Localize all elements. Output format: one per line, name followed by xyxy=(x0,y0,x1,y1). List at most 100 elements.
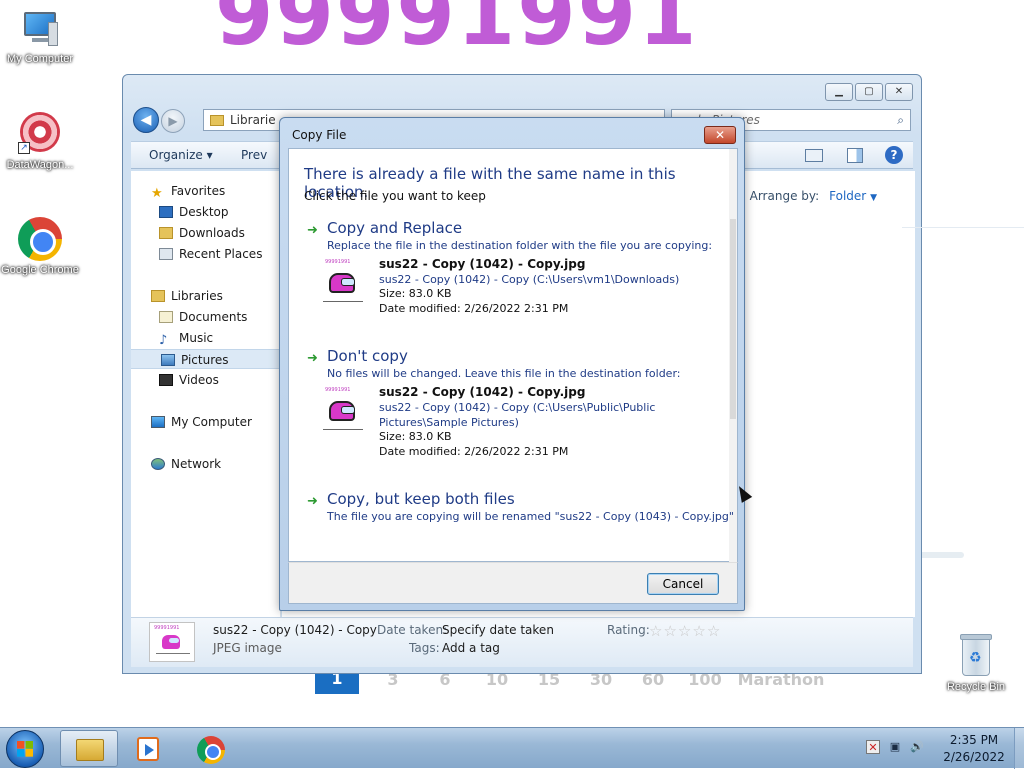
option-title[interactable]: Don't copy xyxy=(327,347,408,365)
star-icon[interactable]: ☆ xyxy=(678,622,692,640)
dialog-scrollbar[interactable] xyxy=(729,149,737,563)
details-file-type: JPEG image xyxy=(213,641,282,655)
forward-button[interactable]: ▶ xyxy=(161,109,185,133)
sidebar-item-downloads[interactable]: Downloads xyxy=(159,223,245,243)
green-arrow-icon: ➜ xyxy=(307,223,318,238)
sidebar-item-network[interactable]: Network xyxy=(151,454,221,474)
dialog-close-button[interactable]: ✕ xyxy=(704,126,736,144)
sidebar-item-label: Recent Places xyxy=(179,247,263,261)
tags-value[interactable]: Add a tag xyxy=(442,641,500,655)
desktop-icon-label: DataWagon... xyxy=(6,159,74,171)
arrange-by-dropdown[interactable]: Folder ▼ xyxy=(829,189,877,203)
maximize-button[interactable]: ▢ xyxy=(855,83,883,101)
sidebar-item-favorites[interactable]: ★ Favorites xyxy=(151,181,225,201)
sidebar-item-my-computer[interactable]: My Computer xyxy=(151,412,252,432)
back-button[interactable]: ◀ xyxy=(133,107,159,133)
sidebar-item-label: Desktop xyxy=(179,205,229,219)
green-arrow-icon: ➜ xyxy=(307,351,318,366)
sidebar-item-recent-places[interactable]: Recent Places xyxy=(159,244,262,264)
sidebar-item-label: Documents xyxy=(179,310,248,324)
change-view-icon[interactable] xyxy=(805,149,823,162)
file-path: sus22 - Copy (1042) - Copy (C:\Users\vm1… xyxy=(379,273,680,286)
sidebar-item-documents[interactable]: Documents xyxy=(159,307,247,327)
sidebar-item-pictures[interactable]: Pictures xyxy=(131,349,279,369)
desktop-icon-datawagon[interactable]: ↗ DataWagon... xyxy=(0,112,80,172)
preview-button[interactable]: Prev xyxy=(241,148,267,162)
taskbar-chrome-button[interactable] xyxy=(182,730,240,767)
date-taken-value[interactable]: Specify date taken xyxy=(442,623,554,637)
sidebar-item-videos[interactable]: Videos xyxy=(159,370,219,390)
cancel-button[interactable]: Cancel xyxy=(647,573,719,595)
sidebar-item-label: Network xyxy=(171,457,222,471)
computer-icon xyxy=(18,10,62,50)
rating-label: Rating: xyxy=(607,623,650,637)
action-center-icon[interactable]: ✕ xyxy=(866,740,880,754)
option-title[interactable]: Copy and Replace xyxy=(327,219,462,237)
details-file-name: sus22 - Copy (1042) - Copy xyxy=(213,623,377,637)
date-taken-label: Date taken: xyxy=(377,623,448,637)
clock-date: 2/26/2022 xyxy=(943,750,1005,764)
show-desktop-button[interactable] xyxy=(1014,728,1024,769)
clock[interactable]: 2:35 PM 2/26/2022 xyxy=(934,732,1014,766)
option-description: No files will be changed. Leave this fil… xyxy=(327,367,681,380)
desktop-icon-my-computer[interactable]: My Computer xyxy=(0,10,80,66)
copy-file-dialog: Copy File ✕ There is already a file with… xyxy=(279,117,745,611)
volume-icon[interactable]: 🔊 xyxy=(910,740,924,754)
desktop-icon-label: Recycle Bin xyxy=(946,681,1006,693)
sidebar-item-libraries[interactable]: Libraries xyxy=(151,286,223,306)
star-icon[interactable]: ☆ xyxy=(649,622,663,640)
taskbar: ✕ ▣ 🔊 2:35 PM 2/26/2022 xyxy=(0,727,1024,769)
green-arrow-icon: ➜ xyxy=(307,494,318,509)
sidebar-item-music[interactable]: ♪ Music xyxy=(159,328,213,348)
clock-time: 2:35 PM xyxy=(949,733,999,747)
file-name: sus22 - Copy (1042) - Copy.jpg xyxy=(379,385,586,399)
taskbar-explorer-button[interactable] xyxy=(60,730,118,767)
preview-pane-icon[interactable] xyxy=(847,148,863,163)
start-button[interactable] xyxy=(6,730,44,768)
divider xyxy=(902,227,1024,228)
desktop-icon-label: My Computer xyxy=(6,53,74,65)
desktop-icon xyxy=(159,206,173,218)
chrome-icon xyxy=(197,736,225,764)
help-icon[interactable]: ? xyxy=(885,146,903,164)
star-icon[interactable]: ☆ xyxy=(692,622,706,640)
sidebar-item-label: Libraries xyxy=(171,289,223,303)
file-thumbnail: 99991991 xyxy=(321,387,367,441)
window-controls: ▁ ▢ ✕ xyxy=(825,83,913,101)
chevron-down-icon: ▼ xyxy=(870,193,877,203)
recent-places-icon xyxy=(159,248,173,260)
thumbnail-text: 99991991 xyxy=(154,625,180,631)
arrange-by-value: Folder xyxy=(829,189,867,203)
desktop-icon-recycle-bin[interactable]: ♻ Recycle Bin xyxy=(936,632,1016,694)
sidebar-item-label: My Computer xyxy=(171,415,252,429)
network-icon[interactable]: ▣ xyxy=(888,740,902,754)
star-icon[interactable]: ☆ xyxy=(707,622,721,640)
details-pane: 99991991 sus22 - Copy (1042) - Copy JPEG… xyxy=(131,617,913,667)
arrange-by-label: Arrange by: xyxy=(749,189,820,203)
sidebar-item-label: Downloads xyxy=(179,226,245,240)
star-icon[interactable]: ☆ xyxy=(663,622,677,640)
folder-icon xyxy=(76,739,104,761)
amongus-icon xyxy=(162,635,180,649)
sidebar-item-desktop[interactable]: Desktop xyxy=(159,202,229,222)
minimize-button[interactable]: ▁ xyxy=(825,83,853,101)
dialog-footer: Cancel xyxy=(288,562,738,604)
sidebar-item-label: Videos xyxy=(179,373,219,387)
desktop-icon-google-chrome[interactable]: Google Chrome xyxy=(0,217,80,277)
address-text: Librarie xyxy=(230,113,276,127)
file-name: sus22 - Copy (1042) - Copy.jpg xyxy=(379,257,586,271)
amongus-icon xyxy=(329,273,355,293)
option-title[interactable]: Copy, but keep both files xyxy=(327,490,515,508)
network-icon xyxy=(151,458,165,470)
file-size: Size: 83.0 KB xyxy=(379,287,452,300)
rating-stars[interactable]: ☆☆☆☆☆ xyxy=(649,622,721,640)
taskbar-media-player-button[interactable] xyxy=(120,730,178,767)
option-description: The file you are copying will be renamed… xyxy=(327,510,734,523)
tags-label: Tags: xyxy=(409,641,440,655)
search-icon[interactable]: ⌕ xyxy=(897,110,904,130)
organize-button[interactable]: Organize ▾ xyxy=(149,148,213,162)
background-number: 99991991 xyxy=(215,0,699,64)
close-button[interactable]: ✕ xyxy=(885,83,913,101)
file-date-modified: Date modified: 2/26/2022 2:31 PM xyxy=(379,302,569,315)
file-path: sus22 - Copy (1042) - Copy (C:\Users\Pub… xyxy=(379,401,656,429)
